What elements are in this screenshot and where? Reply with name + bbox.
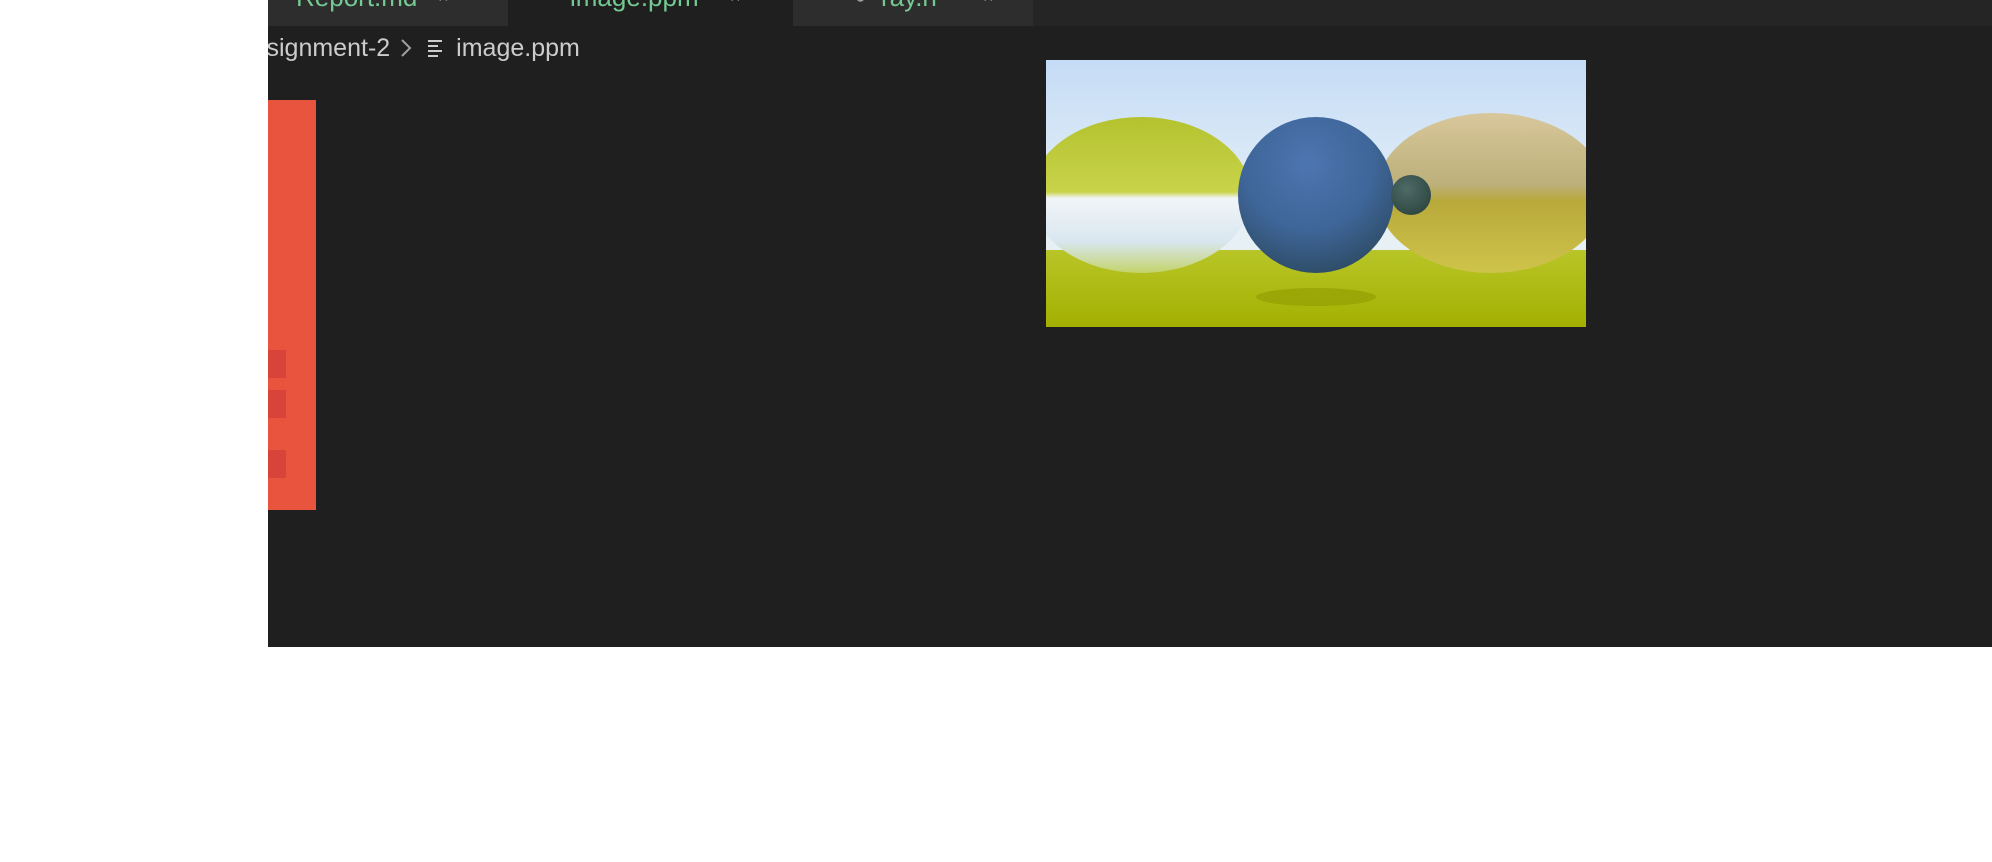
tab-label: ray.h bbox=[881, 0, 937, 10]
ppm-image-preview bbox=[1046, 60, 1586, 327]
breadcrumb-file[interactable]: image.ppm bbox=[456, 34, 580, 63]
panel-marker bbox=[268, 390, 286, 418]
chevron-right-icon bbox=[400, 38, 412, 58]
modified-dot-icon: ● bbox=[855, 0, 866, 10]
file-lines-icon bbox=[426, 38, 446, 58]
side-panel bbox=[268, 100, 316, 510]
breadcrumb: ssignment-2 image.ppm bbox=[268, 30, 580, 66]
close-icon[interactable]: × bbox=[983, 0, 994, 10]
tab-report-md[interactable]: Report.md × bbox=[268, 0, 508, 26]
panel-marker bbox=[268, 450, 286, 478]
tab-image-ppm[interactable]: image.ppm × bbox=[508, 0, 793, 26]
tab-label: Report.md bbox=[296, 0, 417, 10]
close-icon[interactable]: × bbox=[438, 0, 449, 10]
breadcrumb-folder[interactable]: ssignment-2 bbox=[268, 34, 390, 63]
editor-window: Report.md × image.ppm × ● ray.h × ssignm… bbox=[268, 0, 1992, 647]
panel-marker bbox=[268, 350, 286, 378]
tab-ray-h[interactable]: ● ray.h × bbox=[793, 0, 1033, 26]
tab-label: image.ppm bbox=[570, 0, 699, 10]
close-icon[interactable]: × bbox=[730, 0, 741, 10]
tab-bar: Report.md × image.ppm × ● ray.h × bbox=[268, 0, 1992, 26]
